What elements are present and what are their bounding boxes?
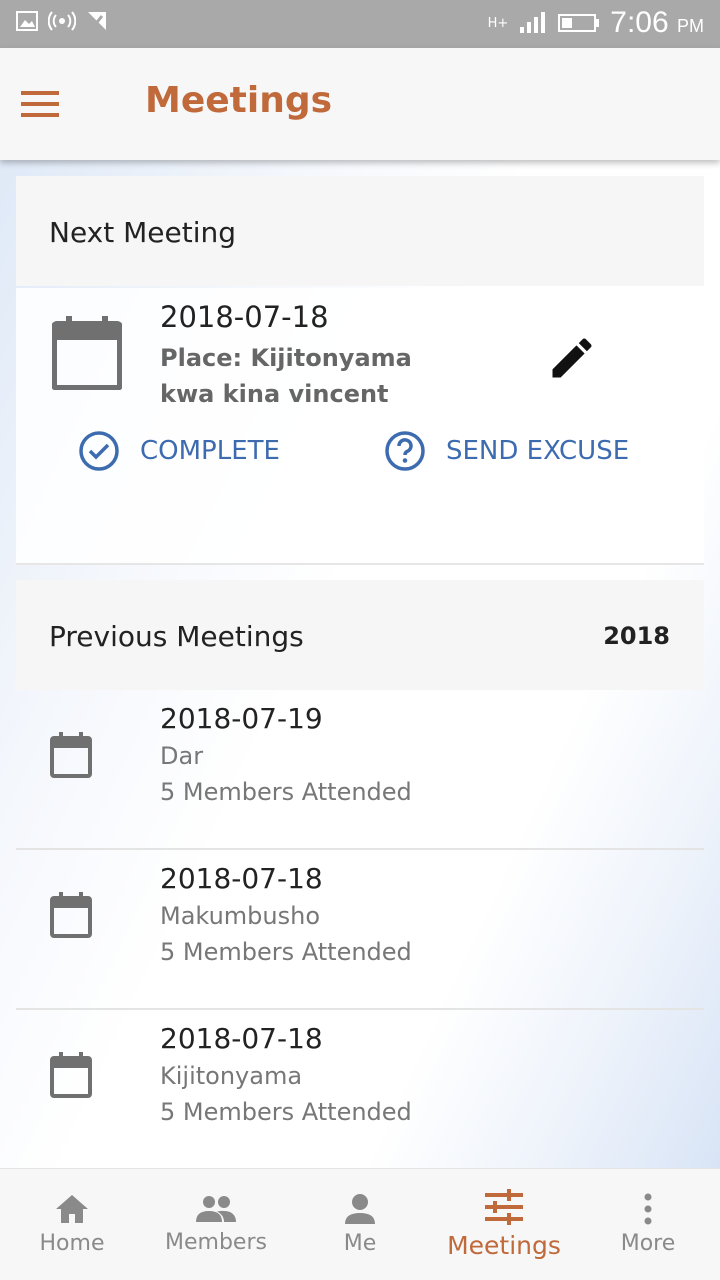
more-vert-icon	[644, 1193, 652, 1225]
year-filter[interactable]: 2018	[603, 622, 670, 650]
complete-button[interactable]: COMPLETE	[78, 430, 280, 472]
home-icon	[56, 1195, 88, 1223]
nav-more[interactable]: More	[576, 1169, 720, 1280]
nav-meetings-label: Meetings	[447, 1231, 561, 1260]
section-divider	[16, 563, 704, 565]
status-bar: H+ 7:06 PM	[0, 0, 720, 48]
hamburger-menu-icon	[21, 91, 59, 117]
calendar-icon	[50, 892, 92, 938]
meeting-date: 2018-07-18	[160, 862, 323, 895]
status-right-icons: H+ 7:06 PM	[488, 6, 704, 40]
list-item[interactable]: 2018-07-18 Makumbusho 5 Members Attended	[16, 850, 704, 1010]
send-excuse-label: SEND EXCUSE	[446, 436, 630, 466]
meeting-attendance: 5 Members Attended	[160, 1098, 412, 1126]
image-notification-icon	[16, 11, 38, 31]
next-meeting-place: Place: Kijitonyama kwa kina vincent	[160, 340, 460, 412]
meeting-place: Dar	[160, 742, 204, 770]
clock: 7:06 PM	[610, 6, 704, 40]
next-meeting-card[interactable]: 2018-07-18 Place: Kijitonyama kwa kina v…	[16, 288, 704, 564]
hotspot-icon	[48, 11, 76, 31]
nav-meetings[interactable]: Meetings	[432, 1169, 576, 1280]
help-circle-icon	[385, 431, 425, 471]
calendar-icon	[50, 732, 92, 778]
next-meeting-header: Next Meeting	[16, 176, 704, 286]
check-circle-icon	[79, 431, 119, 471]
nav-me[interactable]: Me	[288, 1169, 432, 1280]
nav-home[interactable]: Home	[0, 1169, 144, 1280]
battery-icon	[558, 14, 600, 32]
bottom-navigation: Home Members Me Meetings More	[0, 1168, 720, 1280]
app-bar: Meetings	[0, 48, 720, 160]
calendar-icon	[52, 316, 122, 390]
meeting-place: Kijitonyama	[160, 1062, 303, 1090]
complete-label: COMPLETE	[140, 436, 280, 466]
nav-more-label: More	[620, 1231, 676, 1256]
calendar-icon	[50, 1052, 92, 1098]
network-type: H+	[487, 15, 509, 31]
check-flag-icon	[88, 12, 106, 30]
previous-meetings-title: Previous Meetings	[49, 620, 304, 653]
menu-button[interactable]	[14, 78, 66, 130]
status-left-icons	[16, 10, 108, 32]
list-item[interactable]: 2018-07-19 Dar 5 Members Attended	[16, 690, 704, 850]
meeting-place: Makumbusho	[160, 902, 321, 930]
pencil-edit-icon	[552, 338, 592, 378]
nav-home-label: Home	[39, 1231, 105, 1256]
list-item[interactable]: 2018-07-18 Kijitonyama 5 Members Attende…	[16, 1010, 704, 1168]
clock-time: 7:06	[610, 6, 669, 39]
meeting-attendance: 5 Members Attended	[160, 938, 412, 966]
person-icon	[345, 1194, 375, 1224]
next-meeting-place-line2: kwa kina vincent	[160, 380, 389, 408]
edit-meeting-button[interactable]	[546, 332, 598, 388]
clock-ampm: PM	[677, 16, 704, 36]
meeting-date: 2018-07-18	[160, 1022, 323, 1055]
tune-icon	[485, 1189, 523, 1225]
next-meeting-title: Next Meeting	[49, 216, 237, 249]
next-meeting-place-line1: Place: Kijitonyama	[160, 344, 412, 372]
signal-icon	[520, 12, 546, 33]
nav-members-label: Members	[165, 1230, 267, 1255]
meeting-attendance: 5 Members Attended	[160, 778, 412, 806]
nav-members[interactable]: Members	[144, 1169, 288, 1280]
people-icon	[196, 1196, 236, 1222]
meetings-content[interactable]: Next Meeting 2018-07-18 Place: Kijitonya…	[0, 160, 720, 1168]
nav-me-label: Me	[343, 1231, 377, 1256]
previous-meetings-header: Previous Meetings 2018	[16, 580, 704, 690]
send-excuse-button[interactable]: SEND EXCUSE	[384, 430, 629, 472]
meeting-date: 2018-07-19	[160, 702, 323, 735]
next-meeting-date: 2018-07-18	[160, 300, 329, 334]
page-title: Meetings	[145, 80, 333, 121]
